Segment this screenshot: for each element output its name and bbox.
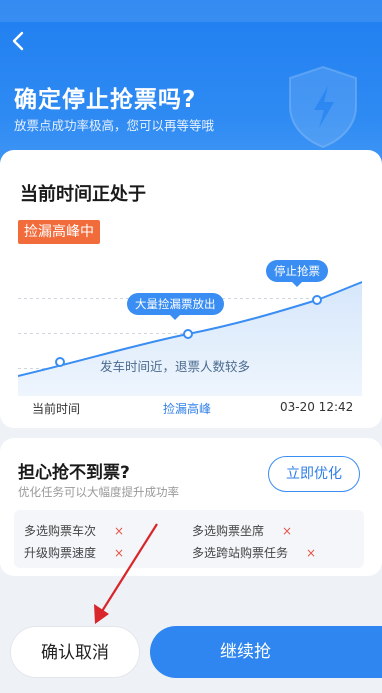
worry-title: 担心抢不到票? [18,463,130,483]
worry-card: 担心抢不到票? 优化任务可以大幅度提升成功率 立即优化 多选购票车次 × 多选购票… [0,438,382,576]
continue-button[interactable]: 继续抢 [150,626,382,678]
axis-label-peak: 捡漏高峰 [163,402,212,416]
close-icon: × [306,546,317,560]
chart-point-peak [183,329,193,339]
chart-point-stop [312,295,322,305]
worry-subtitle: 优化任务可以大幅度提升成功率 [18,485,179,499]
axis-label-now: 当前时间 [32,402,81,416]
confirm-cancel-button[interactable]: 确认取消 [10,626,140,678]
task-list: 多选购票车次 × 多选购票坐席 × 升级购票速度 × 多选跨站购票任务 × [14,510,364,568]
task-label: 多选跨站购票任务 [192,546,289,560]
close-icon: × [282,524,293,538]
task-item[interactable]: 多选跨站购票任务 × [192,544,316,561]
chart-tag-release: 大量捡漏票放出 [127,293,224,320]
peak-badge: 捡漏高峰中 [18,220,100,244]
back-icon[interactable] [6,28,32,54]
status-card-title: 当前时间正处于 [20,184,146,205]
status-card: 当前时间正处于 捡漏高峰中 大量捡漏票放出 停止抢票 发车时间近，退票人数较多 … [0,150,382,428]
status-bar [0,0,382,22]
page-title: 确定停止抢票吗? [14,87,197,113]
annotation-arrow-icon [94,523,158,624]
chart-tag-stop: 停止抢票 [266,260,328,287]
shield-lightning-icon [289,65,357,149]
chart-point-now [55,357,65,367]
axis-label-time: 03-20 12:42 [280,400,354,414]
task-item[interactable]: 多选购票坐席 × [192,522,292,539]
chart-note: 发车时间近，退票人数较多 [100,359,251,374]
page-subtitle: 放票点成功率极高，您可以再等等哦 [14,118,215,133]
optimize-button[interactable]: 立即优化 [268,456,360,492]
task-label: 多选购票坐席 [192,524,265,538]
